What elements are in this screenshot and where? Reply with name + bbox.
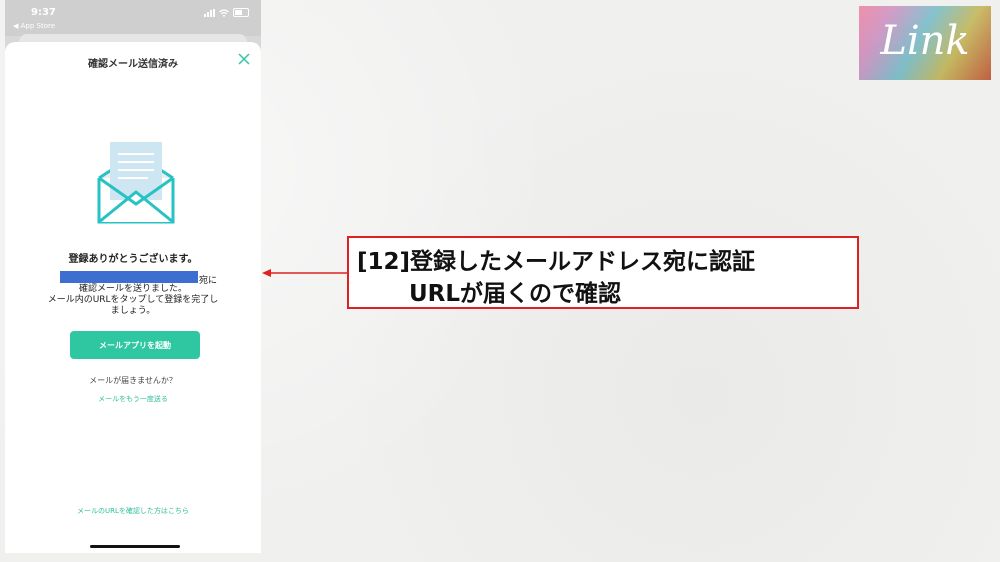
launch-mail-app-button[interactable]: メールアプリを起動 — [70, 331, 200, 359]
back-to-app-store-link[interactable]: ◀ App Store — [13, 22, 55, 30]
link-logo: Link — [859, 6, 991, 80]
battery-icon — [233, 8, 249, 17]
resend-mail-link[interactable]: メールをもう一度送る — [5, 394, 261, 404]
close-icon[interactable] — [237, 52, 251, 66]
instruction-line: 確認メールを送りました。 — [78, 284, 187, 294]
url-confirmed-link[interactable]: メールのURLを確認した方はこちら — [5, 506, 261, 516]
sheet-title: 確認メール送信済み — [88, 59, 178, 70]
redacted-email — [60, 271, 198, 283]
callout-line-2: URLが届くので確認 — [409, 281, 622, 307]
status-icons — [204, 8, 249, 17]
arrow-icon — [262, 269, 348, 277]
wifi-icon — [219, 8, 229, 17]
status-time: 9:37 — [31, 7, 56, 18]
signal-icon — [204, 8, 215, 17]
status-bar: 9:37 ◀ App Store — [5, 0, 261, 36]
instruction-line: メール内のURLをタップして登録を完了し — [47, 295, 219, 305]
thanks-heading: 登録ありがとうございます。 — [68, 254, 198, 265]
confirmation-sheet: 確認メール送信済み 登録ありがとうございます。 宛に 確認メールを送りました。 … — [5, 42, 261, 553]
callout-line-1: [12]登録したメールアドレス宛に認証 — [357, 249, 756, 275]
instruction-text: 確認メールを送りました。 メール内のURLをタップして登録を完了し ましょう。 — [5, 284, 261, 317]
not-received-text: メールが届きませんか？ — [89, 376, 177, 385]
home-indicator — [90, 545, 180, 548]
instruction-line: ましょう。 — [110, 306, 156, 316]
annotation-callout: [12]登録したメールアドレス宛に認証 URLが届くので確認 — [347, 236, 859, 309]
logo-text: Link — [880, 18, 970, 64]
envelope-icon — [97, 142, 175, 224]
